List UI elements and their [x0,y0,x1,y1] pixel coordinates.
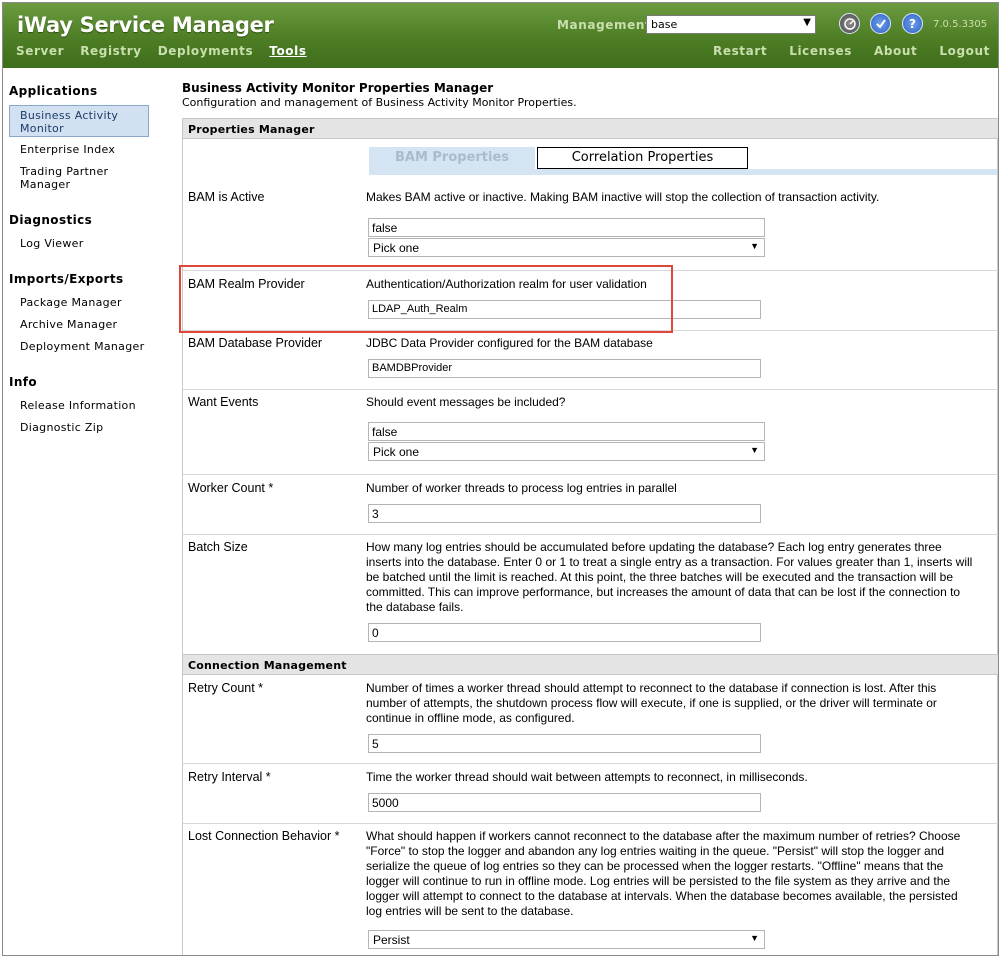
row-separator [183,763,998,764]
top-nav: Server Registry Deployments Tools [16,44,323,58]
row-desc-worker-count: Number of worker threads to process log … [366,481,677,495]
sidebar-item-archive-manager[interactable]: Archive Manager [20,318,117,331]
row-label-batch-size: Batch Size [188,540,248,554]
row-desc-batch-size: How many log entries should be accumulat… [366,540,973,614]
app-title: iWay Service Manager [17,13,274,37]
sidebar-item-log-viewer[interactable]: Log Viewer [20,237,84,250]
sidebar: Applications Business Activity Monitor E… [3,68,173,955]
properties-panel: Properties Manager BAM Properties Correl… [182,118,998,955]
sidebar-item-package-manager[interactable]: Package Manager [20,296,122,309]
sidebar-item-diagnostic-zip[interactable]: Diagnostic Zip [20,421,103,434]
management-value: base [651,18,678,31]
management-select[interactable]: base ▼ [646,15,816,34]
sidebar-item-business-activity-monitor[interactable]: Business Activity Monitor [9,105,149,137]
chevron-down-icon: ▼ [803,17,811,28]
row-label-retry-interval: Retry Interval * [188,770,271,784]
nav-registry[interactable]: Registry [80,44,142,58]
row-desc-bam-database-provider: JDBC Data Provider configured for the BA… [366,336,653,350]
header-bar: iWay Service Manager Server Registry Dep… [3,3,998,68]
nav-logout[interactable]: Logout [939,44,990,58]
retry-interval-field[interactable]: 5000 [368,793,761,812]
sidebar-item-deployment-manager[interactable]: Deployment Manager [20,340,144,353]
lost-connection-behavior-value: Persist [373,933,410,947]
top-nav-right: Restart Licenses About Logout [691,44,990,58]
row-desc-bam-is-active: Makes BAM active or inactive. Making BAM… [366,190,880,204]
row-label-want-events: Want Events [188,395,259,409]
help-icon[interactable]: ? [902,13,923,34]
row-separator [183,823,998,824]
version-label: 7.0.5.3305 [933,19,988,30]
sidebar-item-trading-partner-manager[interactable]: Trading Partner Manager [20,165,130,191]
bam-active-value-field[interactable]: false [368,218,765,237]
row-label-bam-is-active: BAM is Active [188,190,265,204]
nav-restart[interactable]: Restart [713,44,767,58]
chevron-down-icon: ▼ [750,933,759,943]
sidebar-section-diagnostics: Diagnostics [9,213,93,227]
sidebar-item-enterprise-index[interactable]: Enterprise Index [20,143,115,156]
app-window: iWay Service Manager Server Registry Dep… [2,2,999,956]
bam-active-select-value: Pick one [373,241,420,255]
nav-server[interactable]: Server [16,44,64,58]
want-events-select-value: Pick one [373,445,420,459]
row-desc-retry-count: Number of times a worker thread should a… [366,681,937,725]
nav-tools[interactable]: Tools [269,44,306,58]
batch-size-field[interactable]: 0 [368,623,761,642]
row-desc-want-events: Should event messages be included? [366,395,566,409]
row-separator [183,389,998,390]
row-desc-retry-interval: Time the worker thread should wait betwe… [366,770,808,784]
row-label-bam-database-provider: BAM Database Provider [188,336,323,350]
row-label-lost-connection-behavior: Lost Connection Behavior * [188,829,340,843]
row-label-retry-count: Retry Count * [188,681,264,695]
chevron-down-icon: ▼ [750,445,759,455]
highlight-box [179,265,673,333]
management-label: Management [557,18,652,32]
section-header-connection-management: Connection Management [183,654,998,675]
lost-connection-behavior-select[interactable]: Persist ▼ [368,930,765,949]
row-desc-lost-connection-behavior: What should happen if workers cannot rec… [366,829,961,918]
row-label-worker-count: Worker Count * [188,481,274,495]
section-header-properties-manager: Properties Manager [183,118,998,139]
want-events-value-field[interactable]: false [368,422,765,441]
sidebar-section-info: Info [9,375,38,389]
tab-correlation-properties[interactable]: Correlation Properties [537,147,748,169]
row-separator [183,474,998,475]
page-title: Business Activity Monitor Properties Man… [182,81,494,95]
page-description: Configuration and management of Business… [182,96,577,109]
gauge-icon[interactable] [839,13,860,34]
sidebar-item-release-information[interactable]: Release Information [20,399,136,412]
chevron-down-icon: ▼ [750,241,759,251]
tab-bam-properties[interactable]: BAM Properties [369,147,535,171]
retry-count-field[interactable]: 5 [368,734,761,753]
tab-strip [369,169,997,175]
nav-licenses[interactable]: Licenses [789,44,852,58]
worker-count-field[interactable]: 3 [368,504,761,523]
bam-database-provider-field[interactable]: BAMDBProvider [368,359,761,378]
nav-about[interactable]: About [874,44,917,58]
help-glyph: ? [909,16,916,31]
want-events-select[interactable]: Pick one ▼ [368,442,765,461]
row-separator [183,534,998,535]
check-icon[interactable] [870,13,891,34]
bam-active-select[interactable]: Pick one ▼ [368,238,765,257]
sidebar-section-imports-exports: Imports/Exports [9,272,124,286]
sidebar-section-applications: Applications [9,84,98,98]
nav-deployments[interactable]: Deployments [158,44,254,58]
